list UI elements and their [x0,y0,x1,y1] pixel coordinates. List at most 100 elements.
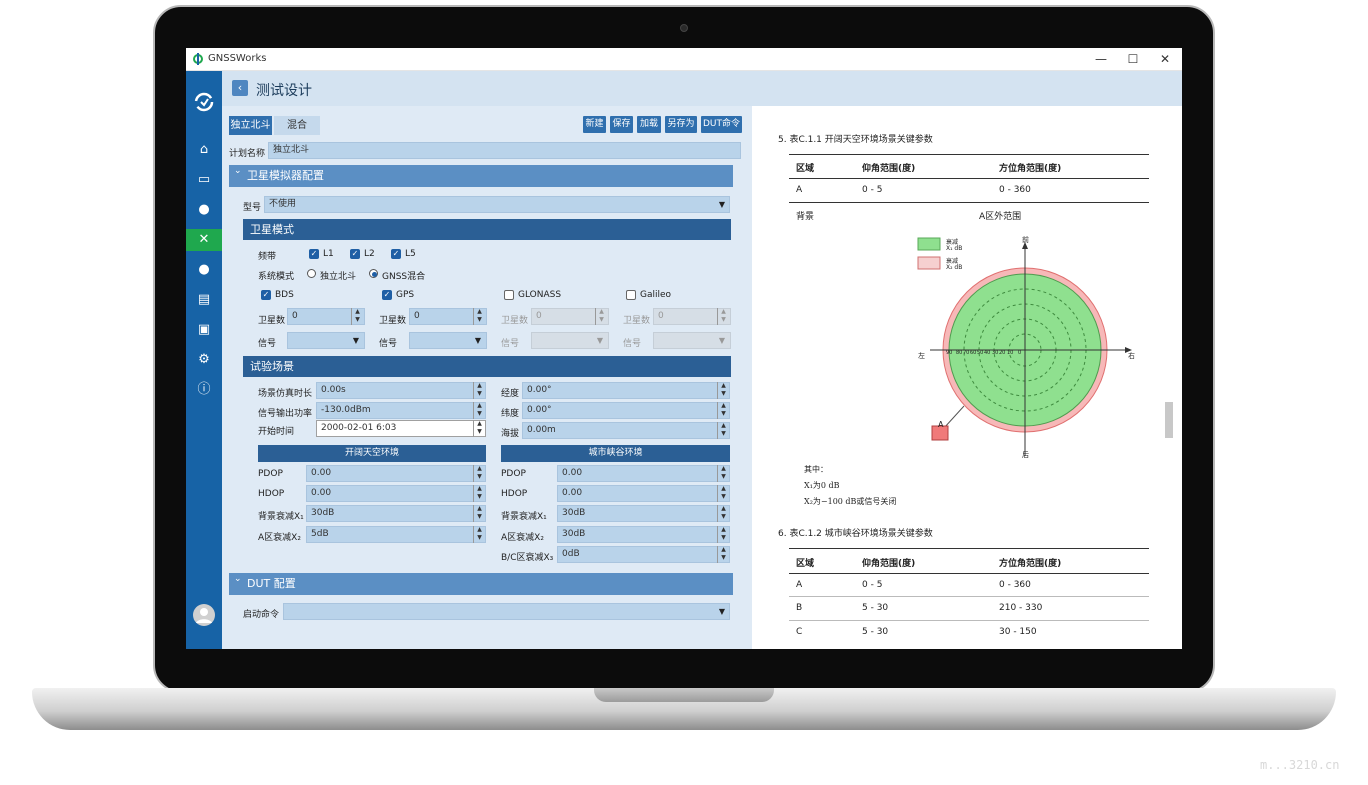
direction-right: 右 [1128,352,1135,360]
table2-cell: 0 - 5 [862,580,883,590]
gps-checkbox[interactable]: ✓ [382,290,392,300]
dut-icon[interactable]: ● [194,200,214,220]
open-bg-atten-label: 背景衰减X₁ [258,512,304,522]
load-button[interactable]: 加载 [637,116,661,133]
glonass-checkbox[interactable] [504,290,514,300]
latitude-input[interactable]: 0.00° [522,402,730,419]
chevron-down-icon: ▼ [474,336,482,345]
urban-bc-atten-spinner[interactable]: ▲ ▼ [717,546,729,563]
doc-scrollbar[interactable] [1165,402,1173,438]
gps-count-spinner[interactable]: ▲ ▼ [473,308,485,325]
power-input[interactable]: -130.0dBm [316,402,486,419]
analysis-icon[interactable]: ▣ [194,320,214,340]
band-l1-checkbox[interactable]: ✓ [309,249,319,259]
duration-spinner[interactable]: ▲ ▼ [473,382,485,399]
start-time-spinner[interactable]: ▲ ▼ [473,420,485,437]
tick-20: 20 [999,350,1006,356]
open-hdop-spinner[interactable]: ▲ ▼ [473,485,485,502]
info-icon[interactable]: ⓘ [194,380,214,400]
tick-60: 60 [970,350,977,356]
system-mixed-label: GNSS混合 [382,272,426,282]
urban-a-atten-spinner[interactable]: ▲ ▼ [717,526,729,543]
urban-bc-atten-input[interactable]: 0dB [557,546,730,563]
system-mode-label: 系统模式 [258,272,295,282]
urban-pdop-input[interactable]: 0.00 [557,465,730,482]
open-bg-atten-input[interactable]: 30dB [306,505,486,522]
tab-mixed[interactable]: 混合 [274,116,320,135]
urban-pdop-spinner[interactable]: ▲ ▼ [717,465,729,482]
new-button[interactable]: 新建 [583,116,606,133]
direction-back: 后 [1022,451,1029,459]
altitude-spinner[interactable]: ▲ ▼ [717,422,729,439]
galileo-checkbox[interactable] [626,290,636,300]
galileo-label: Galileo [640,290,672,300]
longitude-label: 经度 [501,389,520,399]
section-title: DUT 配置 [247,577,296,590]
urban-a-atten-input[interactable]: 30dB [557,526,730,543]
table-rule [789,202,1149,203]
open-hdop-input[interactable]: 0.00 [306,485,486,502]
open-pdop-spinner[interactable]: ▲ ▼ [473,465,485,482]
save-button[interactable]: 保存 [610,116,633,133]
tick-70: 70 [963,350,970,356]
close-button[interactable]: ✕ [1150,50,1180,68]
band-l5-checkbox[interactable]: ✓ [391,249,401,259]
watermark: m...3210.cn [1260,758,1340,772]
background-value: A区外范围 [979,212,1022,222]
urban-canyon-header: 城市峡谷环境 [501,445,730,462]
table2-col-elevation: 仰角范围(度) [862,559,916,569]
maximize-button[interactable]: ☐ [1118,50,1148,68]
simulator-section-header[interactable]: 卫星模拟器配置 [229,165,733,187]
user-avatar-icon[interactable] [193,604,215,626]
urban-bg-atten-spinner[interactable]: ▲ ▼ [717,505,729,522]
system-mixed-radio[interactable] [369,269,378,278]
altitude-input[interactable]: 0.00m [522,422,730,439]
bds-checkbox[interactable]: ✓ [261,290,271,300]
table2-cell: B [796,603,803,613]
open-a-atten-input[interactable]: 5dB [306,526,486,543]
urban-hdop-input[interactable]: 0.00 [557,485,730,502]
report-icon[interactable]: ▤ [194,290,214,310]
plan-name-input[interactable]: 独立北斗 [268,142,741,159]
open-pdop-input[interactable]: 0.00 [306,465,486,482]
altitude-label: 海拔 [501,429,520,439]
band-l2-checkbox[interactable]: ✓ [350,249,360,259]
legend-sub-1: X₁ dB [946,245,963,252]
longitude-input[interactable]: 0.00° [522,382,730,399]
galileo-count-spinner[interactable]: ▲ ▼ [717,308,729,325]
open-bg-atten-spinner[interactable]: ▲ ▼ [473,505,485,522]
back-button[interactable]: ‹ [232,80,248,96]
power-spinner[interactable]: ▲ ▼ [473,402,485,419]
longitude-spinner[interactable]: ▲ ▼ [717,382,729,399]
device-icon[interactable]: ▭ [194,170,214,190]
tick-80: 80 [956,350,963,356]
home-icon[interactable]: ⌂ [194,140,214,160]
band-l1-label: L1 [323,249,334,259]
test-icon[interactable]: ● [194,260,214,280]
band-l5-label: L5 [405,249,416,259]
start-command-select[interactable] [283,603,730,620]
tools-icon[interactable]: ✕ [194,230,214,250]
chevron-down-icon: ▼ [352,336,360,345]
model-select[interactable]: 不使用 [264,196,730,213]
start-time-input[interactable]: 2000-02-01 6:03 [316,420,486,437]
dut-section-header[interactable]: DUT 配置 [229,573,733,595]
table2-cell: A [796,580,803,590]
dut-command-button[interactable]: DUT命令 [701,116,742,133]
note-title: 其中： [804,465,828,474]
bds-count-spinner[interactable]: ▲ ▼ [351,308,363,325]
save-as-button[interactable]: 另存为 [665,116,697,133]
system-standalone-label: 独立北斗 [320,272,357,282]
duration-input[interactable]: 0.00s [316,382,486,399]
open-a-atten-spinner[interactable]: ▲ ▼ [473,526,485,543]
system-standalone-radio[interactable] [307,269,316,278]
urban-hdop-spinner[interactable]: ▲ ▼ [717,485,729,502]
urban-bg-atten-input[interactable]: 30dB [557,505,730,522]
webcam [680,24,688,32]
latitude-spinner[interactable]: ▲ ▼ [717,402,729,419]
glonass-count-spinner[interactable]: ▲ ▼ [595,308,607,325]
tab-standalone-bds[interactable]: 独立北斗 [229,116,272,135]
settings-icon[interactable]: ⚙ [194,350,214,370]
scenario-header: 试验场景 [243,356,731,377]
minimize-button[interactable]: — [1086,50,1116,68]
